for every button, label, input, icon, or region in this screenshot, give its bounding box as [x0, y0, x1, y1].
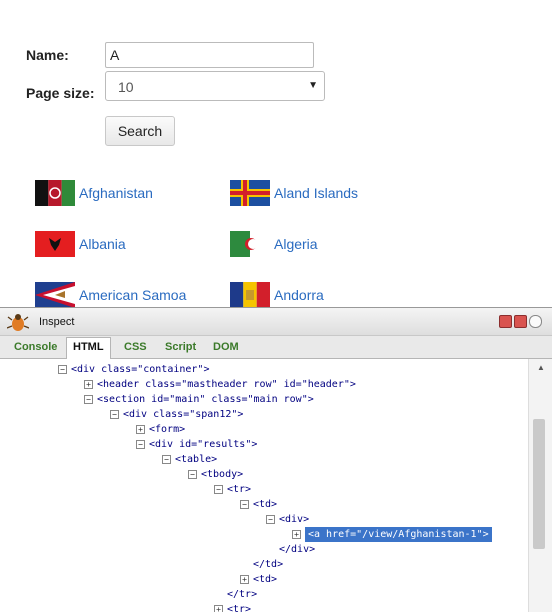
- tab-script[interactable]: Script: [159, 338, 202, 356]
- search-button[interactable]: Search: [105, 116, 175, 146]
- firebug-icon: [6, 312, 30, 332]
- collapse-icon[interactable]: −: [84, 395, 93, 404]
- tab-html[interactable]: HTML: [66, 337, 111, 359]
- tree-node-text: </tr>: [227, 589, 258, 600]
- tree-scrollbar[interactable]: ▲: [528, 359, 552, 612]
- collapse-icon[interactable]: −: [266, 515, 275, 524]
- expand-icon[interactable]: +: [136, 425, 145, 434]
- name-input[interactable]: [105, 42, 314, 68]
- close-icon[interactable]: [529, 315, 542, 328]
- algeria-flag-icon: [230, 231, 270, 257]
- minimize-icon[interactable]: [499, 315, 512, 328]
- country-link-algeria[interactable]: Algeria: [230, 231, 318, 257]
- pagesize-label: Page size:: [26, 85, 95, 101]
- tree-node-text: <a href="/view/Afghanistan-1">: [305, 527, 492, 542]
- tree-node-text: <form>: [149, 424, 186, 435]
- name-label: Name:: [26, 47, 69, 63]
- country-name: Albania: [79, 236, 126, 252]
- afghanistan-flag-icon: [35, 180, 75, 206]
- american-samoa-flag-icon: [35, 282, 75, 308]
- inspect-panel: Inspect Console HTML CSS Script DOM − <di…: [0, 307, 552, 612]
- tree-node-text: <div class="span12">: [123, 409, 244, 420]
- tree-node-text: </td>: [253, 559, 284, 570]
- tree-node-text: <div class="container">: [71, 364, 210, 375]
- tree-node-text: </div>: [279, 544, 316, 555]
- tree-node-text: <section id="main" class="main row">: [97, 394, 314, 405]
- results-grid: Afghanistan Aland Islands Albania Algeri…: [0, 170, 552, 310]
- inspect-title: Inspect: [39, 316, 75, 328]
- expand-icon[interactable]: +: [240, 575, 249, 584]
- tree-node-text: <div id="results">: [149, 439, 258, 450]
- collapse-icon[interactable]: −: [214, 485, 223, 494]
- html-tree: − <div class="container"> + <header class="…: [0, 359, 528, 612]
- tab-css[interactable]: CSS: [118, 338, 153, 356]
- inspect-tabs: Console HTML CSS Script DOM: [0, 336, 552, 359]
- pagesize-select[interactable]: 10 ▼: [105, 71, 325, 101]
- collapse-icon[interactable]: −: [188, 470, 197, 479]
- country-link-andorra[interactable]: Andorra: [230, 282, 324, 308]
- tree-node-text: <tr>: [227, 484, 252, 495]
- collapse-icon[interactable]: −: [136, 440, 145, 449]
- scrollbar-thumb[interactable]: [533, 419, 545, 549]
- country-name: Aland Islands: [274, 185, 359, 201]
- chevron-down-icon: ▼: [308, 80, 318, 91]
- search-form: Name: Page size: 10 ▼ Search: [0, 0, 552, 160]
- tree-node-text: <table>: [175, 454, 218, 465]
- tree-node-text: <td>: [253, 574, 278, 585]
- albania-flag-icon: [35, 231, 75, 257]
- country-link-american-samoa[interactable]: American Samoa: [35, 282, 186, 308]
- scroll-up-icon[interactable]: ▲: [537, 363, 545, 372]
- andorra-flag-icon: [230, 282, 270, 308]
- collapse-icon[interactable]: −: [240, 500, 249, 509]
- aland-islands-flag-icon: [230, 180, 270, 206]
- collapse-icon[interactable]: −: [58, 365, 67, 374]
- tree-node-text: <tbody>: [201, 469, 244, 480]
- collapse-icon[interactable]: −: [110, 410, 119, 419]
- expand-icon[interactable]: +: [84, 380, 93, 389]
- expand-icon[interactable]: +: [292, 530, 301, 539]
- country-name: American Samoa: [79, 287, 187, 303]
- maximize-icon[interactable]: [514, 315, 527, 328]
- inspect-titlebar: Inspect: [0, 308, 552, 336]
- tree-node-text: <div>: [279, 514, 310, 525]
- tab-dom[interactable]: DOM: [207, 338, 245, 356]
- tree-node-text: <td>: [253, 499, 278, 510]
- tree-node-text: <header class="mastheader row" id="heade…: [97, 379, 356, 390]
- country-link-afghanistan[interactable]: Afghanistan: [35, 180, 153, 206]
- country-name: Andorra: [274, 287, 324, 303]
- pagesize-value: 10: [118, 79, 134, 95]
- collapse-icon[interactable]: −: [162, 455, 171, 464]
- country-name: Afghanistan: [79, 185, 153, 201]
- country-link-aland-islands[interactable]: Aland Islands: [230, 180, 358, 206]
- tab-console[interactable]: Console: [8, 338, 63, 356]
- country-link-albania[interactable]: Albania: [35, 231, 126, 257]
- country-name: Algeria: [274, 236, 318, 252]
